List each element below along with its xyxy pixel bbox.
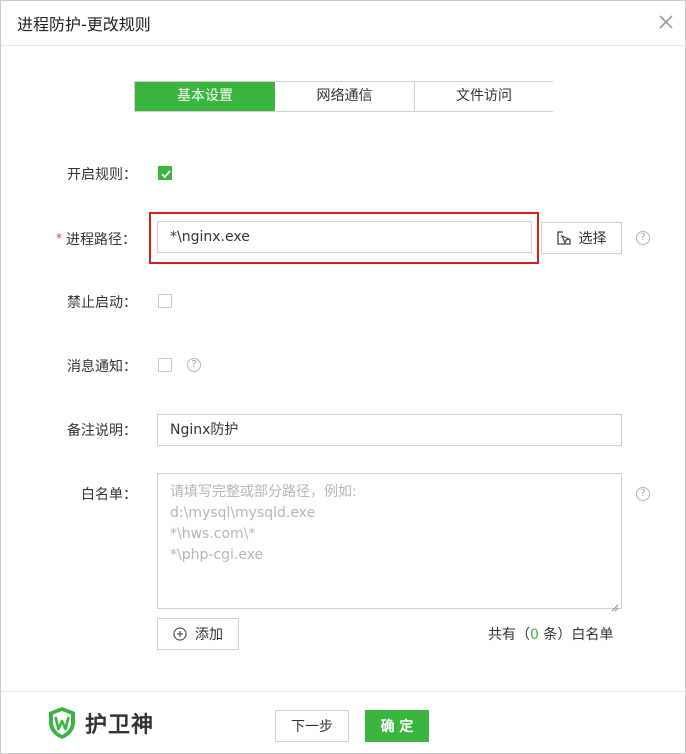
remark-label: 备注说明： (67, 423, 137, 439)
remark-input[interactable]: Nginx防护 (157, 414, 622, 446)
whitelist-label: 白名单： (81, 487, 137, 503)
rule-dialog: 进程防护-更改规则 基本设置 网络通信 文件访问 开启规则： * 进程路径： *\… (0, 0, 686, 754)
close-icon[interactable] (657, 13, 675, 31)
whitelist-placeholder-line: 请填写完整或部分路径，例如: (170, 484, 357, 500)
whitelist-count: 共有（0 条）白名单 (488, 624, 613, 644)
notify-checkbox[interactable] (158, 358, 172, 372)
tab-basic-settings[interactable]: 基本设置 (135, 82, 275, 111)
notify-help-icon[interactable]: ? (187, 358, 201, 372)
process-path-help-icon[interactable]: ? (636, 231, 650, 245)
process-path-label: * 进程路径： (56, 229, 136, 249)
whitelist-help-icon[interactable]: ? (636, 487, 650, 501)
tab-bar: 基本设置 网络通信 文件访问 (134, 81, 553, 112)
enable-rule-label: 开启规则： (67, 167, 137, 183)
whitelist-placeholder-line: *\php-cgi.exe (170, 547, 264, 563)
confirm-button[interactable]: 确 定 (365, 710, 429, 742)
dialog-title: 进程防护-更改规则 (17, 15, 151, 34)
whitelist-count-value: 0 (530, 627, 539, 643)
enable-rule-checkbox[interactable] (158, 166, 172, 180)
add-circle-icon (173, 627, 187, 641)
tab-network[interactable]: 网络通信 (275, 82, 415, 111)
resize-grip-icon[interactable] (611, 598, 619, 612)
forbid-start-label: 禁止启动： (67, 295, 137, 311)
select-cursor-icon (556, 231, 571, 245)
next-step-button[interactable]: 下一步 (275, 710, 349, 742)
notify-label: 消息通知： (67, 359, 137, 375)
add-button-label: 添加 (195, 627, 223, 643)
brand-logo: 护卫神 (47, 705, 154, 741)
title-bar: 进程防护-更改规则 (1, 1, 685, 46)
select-button[interactable]: 选择 (541, 222, 622, 254)
whitelist-count-prefix: 共有（ (488, 627, 530, 643)
brand-name: 护卫神 (85, 713, 155, 738)
shield-w-icon (47, 706, 77, 740)
process-path-input[interactable]: *\nginx.exe (157, 221, 532, 253)
process-path-label-text: 进程路径： (66, 232, 136, 248)
select-button-label: 选择 (578, 231, 607, 247)
whitelist-placeholder-line: d:\mysql\mysqld.exe (170, 505, 316, 521)
forbid-start-checkbox[interactable] (158, 294, 172, 308)
tab-file-access[interactable]: 文件访问 (415, 82, 553, 111)
whitelist-placeholder-line: *\hws.com\* (170, 526, 256, 542)
whitelist-textarea[interactable]: 请填写完整或部分路径，例如: d:\mysql\mysqld.exe *\hws… (157, 473, 622, 612)
whitelist-count-suffix: 条）白名单 (538, 627, 614, 643)
add-button[interactable]: 添加 (157, 618, 239, 650)
required-mark: * (56, 231, 62, 245)
